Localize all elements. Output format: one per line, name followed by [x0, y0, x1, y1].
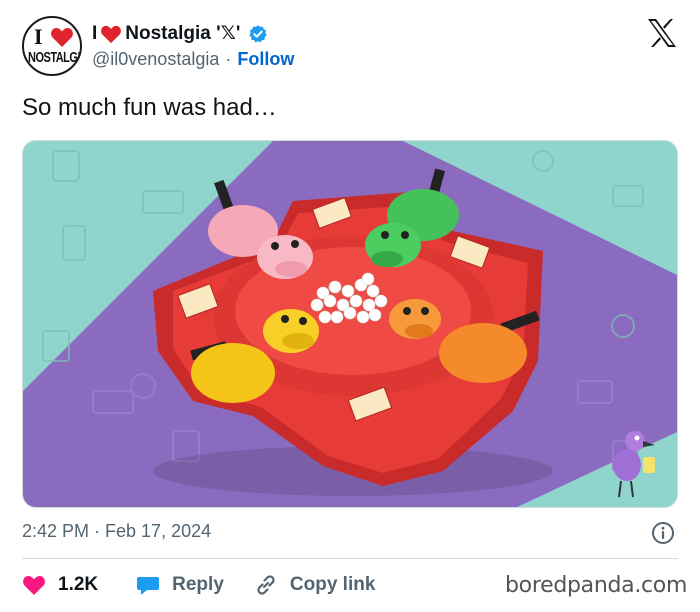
- like-count: 1.2K: [58, 574, 99, 595]
- reply-button[interactable]: Reply: [136, 574, 224, 596]
- verified-badge-icon: [249, 24, 268, 42]
- divider: [22, 558, 678, 559]
- reply-label: Reply: [172, 574, 224, 595]
- heart-icon: [51, 28, 73, 47]
- follow-button[interactable]: Follow: [237, 49, 294, 70]
- info-icon[interactable]: [651, 521, 675, 545]
- author-name-suffix: Nostalgia '𝕏': [125, 23, 241, 44]
- tweet-image[interactable]: [22, 140, 678, 508]
- avatar-wordmark: NOSTALGIA: [28, 50, 82, 66]
- like-button[interactable]: 1.2K: [22, 574, 98, 596]
- link-icon: [257, 575, 275, 595]
- copy-link-button[interactable]: Copy link: [254, 573, 376, 597]
- avatar[interactable]: I NOSTALGIA: [22, 16, 82, 76]
- heart-icon: [23, 576, 45, 595]
- tweet-text: So much fun was had…: [22, 94, 277, 121]
- author-display-name[interactable]: I Nostalgia '𝕏': [92, 22, 268, 45]
- author-handle[interactable]: @il0venostalgia: [92, 49, 219, 70]
- action-bar: 1.2K Reply Copy link: [22, 571, 375, 599]
- separator-dot: ·: [225, 49, 232, 69]
- speech-bubble-icon: [137, 577, 160, 595]
- x-logo-icon[interactable]: [646, 18, 678, 48]
- author-handle-line: @il0venostalgia · Follow: [92, 49, 294, 70]
- tweet-card: I NOSTALGIA I Nostalgia '𝕏' @il0venostal…: [0, 0, 700, 612]
- copy-link-label: Copy link: [289, 574, 376, 595]
- heart-icon: [101, 25, 122, 43]
- avatar-letter: I: [34, 24, 43, 49]
- tweet-timestamp[interactable]: 2:42 PM · Feb 17, 2024: [22, 521, 211, 542]
- boredpanda-watermark: boredpanda.com: [505, 573, 688, 598]
- hungry-hippos-board-game-photo: [23, 141, 677, 507]
- author-name-prefix: I: [92, 22, 98, 44]
